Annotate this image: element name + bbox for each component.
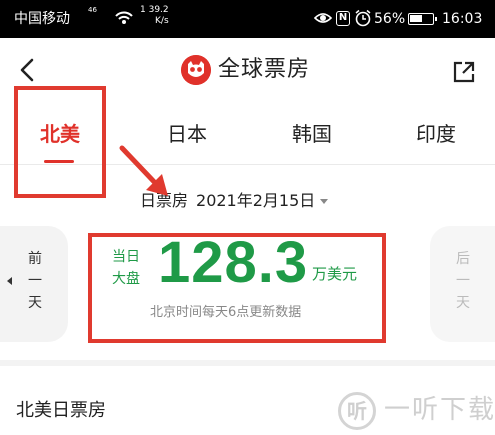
prev-char: 前	[28, 251, 42, 267]
watermark-badge: 听	[338, 392, 376, 430]
next-char: 后	[456, 251, 470, 267]
watermark: 听 一听下载	[334, 388, 495, 435]
status-bar: 中国移动 46 1 39.2 K/s N 56% 16:03	[0, 0, 495, 38]
wifi-icon	[115, 11, 133, 24]
eye-icon	[314, 13, 332, 23]
tab-india[interactable]: 印度	[416, 120, 456, 148]
page-title: 全球票房	[218, 57, 311, 82]
next-day-button[interactable]: 后 一 天	[430, 226, 495, 342]
net-speed-value: 39.2	[148, 5, 169, 15]
nfc-icon: N	[336, 11, 350, 26]
watermark-text: 一听下载	[384, 395, 495, 425]
chevron-left-icon[interactable]	[18, 58, 36, 82]
cat-eye-logo-icon	[181, 55, 211, 85]
net-speed: 1 39.2 K/s	[140, 5, 169, 27]
signal-type-label: 46	[88, 6, 97, 14]
annotation-arrow-icon	[119, 145, 168, 196]
prev-char: 天	[28, 295, 42, 311]
next-char: 天	[456, 295, 470, 311]
clock: 16:03	[442, 11, 483, 27]
date-value: 2021年2月15日	[196, 191, 316, 210]
caret-down-icon	[320, 199, 329, 204]
network-prefix: 1	[140, 5, 146, 15]
battery-fill	[410, 15, 422, 22]
battery-percent: 56%	[374, 11, 406, 27]
carrier-label: 中国移动	[14, 11, 70, 27]
section-title: 北美日票房	[16, 400, 106, 421]
highlight-box-kpi	[88, 233, 386, 343]
triangle-left-icon	[7, 277, 12, 285]
prev-day-button[interactable]: 前 一 天	[0, 226, 68, 342]
tab-korea[interactable]: 韩国	[292, 120, 332, 148]
alarm-icon	[355, 9, 371, 27]
highlight-box-tab	[14, 86, 106, 198]
prev-day-label: 前 一 天	[26, 248, 44, 314]
next-day-label: 后 一 天	[454, 248, 472, 314]
section-gap	[0, 360, 495, 366]
battery-icon	[408, 13, 437, 25]
external-link-icon[interactable]	[452, 60, 476, 84]
prev-char: 一	[28, 273, 42, 289]
net-speed-unit: K/s	[155, 16, 169, 26]
next-char: 一	[456, 273, 470, 289]
